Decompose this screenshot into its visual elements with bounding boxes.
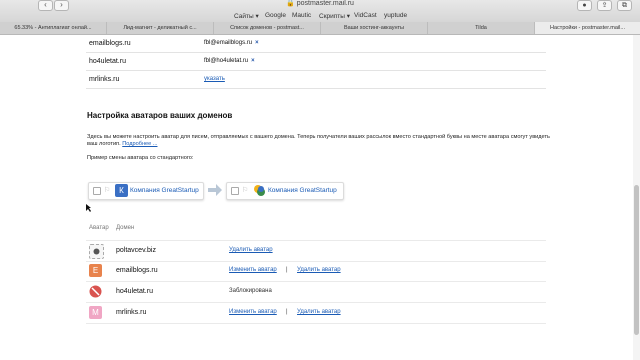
remove-email-icon[interactable]: × — [251, 58, 255, 64]
change-avatar-link[interactable]: Изменить аватар — [229, 267, 277, 273]
letter-avatar: E — [89, 264, 102, 277]
avatar-row: ho4uletat.ru Заблокирована — [86, 282, 546, 303]
tab-bar: 65.33% - Антиплагиат онлай... Лид-магнит… — [0, 22, 640, 35]
tab-antiplagiat[interactable]: 65.33% - Антиплагиат онлай... — [0, 22, 107, 34]
browser-toolbar: ‹ › 🔒 postmaster.mail.ru ● ⇪ ⧉ Сайты ▾ G… — [0, 0, 640, 23]
tab-hosting[interactable]: Ваши хостинг-аккаунты — [321, 22, 428, 34]
more-link[interactable]: Подробнее ... — [122, 141, 157, 147]
example-text: Пример смены аватара со стандартного: — [87, 155, 194, 161]
lock-icon: 🔒 — [286, 0, 295, 7]
avatar-row: E emailblogs.ru Изменить аватар | Удалит… — [86, 261, 546, 282]
scrollbar[interactable] — [633, 35, 640, 360]
bookmark-google[interactable]: Google — [265, 12, 286, 19]
specify-email-link[interactable]: указать — [204, 76, 225, 82]
domain-row: emailblogs.ru fbl@emailblogs.ru × — [86, 35, 546, 53]
bookmark-mautic[interactable]: Mautic — [292, 12, 311, 19]
bookmark-vidcast[interactable]: VidCast — [354, 12, 377, 19]
change-avatar-link[interactable]: Изменить аватар — [229, 309, 277, 315]
checkbox-icon — [231, 187, 239, 195]
page-content: emailblogs.ru fbl@emailblogs.ru × ho4ulet… — [0, 35, 640, 360]
delete-avatar-link[interactable]: Удалить аватар — [297, 267, 341, 273]
mouse-cursor-icon — [86, 204, 91, 212]
domain-name: emailblogs.ru — [89, 40, 131, 47]
tab-lead-magnet[interactable]: Лид-магнит - деликатный с... — [107, 22, 214, 34]
share-icon[interactable]: ⇪ — [597, 0, 612, 11]
tab-domain-list[interactable]: Список доменов - postmast... — [214, 22, 321, 34]
custom-avatar-icon — [89, 244, 104, 259]
flag-icon: ⚐ — [242, 187, 249, 194]
bookmark-sites[interactable]: Сайты ▾ — [234, 12, 259, 20]
demo-after: ⚐ Компания GreatStartup — [226, 182, 344, 200]
bookmark-scripts[interactable]: Скрипты ▾ — [319, 12, 350, 20]
remove-email-icon[interactable]: × — [255, 40, 259, 46]
domain-row: mrlinks.ru указать — [86, 71, 546, 89]
delete-avatar-link[interactable]: Удалить аватар — [229, 247, 273, 253]
section-description: Здесь вы можете настроить аватар для пис… — [87, 134, 550, 147]
tab-tilda[interactable]: Tilda — [428, 22, 535, 34]
tabs-overview-icon[interactable]: ⧉ — [617, 0, 632, 11]
domain-name: ho4uletat.ru — [89, 58, 126, 65]
demo-before: ⚐ К Компания GreatStartup — [88, 182, 204, 200]
status-blocked: Заблокирована — [229, 288, 272, 294]
separator: | — [286, 267, 288, 273]
default-letter-avatar: К — [115, 184, 128, 197]
separator: | — [286, 309, 288, 315]
letter-avatar: M — [89, 306, 102, 319]
forward-button[interactable]: › — [54, 0, 69, 11]
bookmark-yuptude[interactable]: yuptude — [384, 12, 407, 19]
delete-avatar-link[interactable]: Удалить аватар — [297, 309, 341, 315]
brand-logo-icon — [254, 185, 265, 196]
avatar-row: poltavcev.biz Удалить аватар — [86, 240, 546, 262]
avatar-domain: poltavcev.biz — [116, 247, 156, 254]
bookmarks-bar: Сайты ▾ Google Mautic Скрипты ▾ VidCast … — [0, 12, 640, 22]
column-avatar: Аватар — [89, 225, 109, 231]
back-button[interactable]: ‹ — [38, 0, 53, 11]
avatar-row: M mrlinks.ru Изменить аватар | Удалить а… — [86, 303, 546, 324]
address-text: postmaster.mail.ru — [296, 0, 354, 7]
column-domain: Домен — [116, 225, 135, 231]
arrow-right-icon — [208, 184, 222, 196]
sender-name: Компания GreatStartup — [268, 187, 337, 194]
avatar-domain: mrlinks.ru — [116, 309, 147, 316]
sender-name: Компания GreatStartup — [130, 187, 199, 194]
scrollbar-thumb[interactable] — [634, 185, 639, 335]
domain-row: ho4uletat.ru fbl@ho4uletat.ru × — [86, 53, 546, 71]
blocked-icon — [89, 285, 102, 298]
extension-icon[interactable]: ● — [577, 0, 592, 11]
avatar-domain: emailblogs.ru — [116, 267, 158, 274]
checkbox-icon — [93, 187, 101, 195]
fbl-email: fbl@ho4uletat.ru × — [204, 58, 255, 64]
section-title: Настройка аватаров ваших доменов — [87, 111, 233, 120]
avatar-domain: ho4uletat.ru — [116, 288, 153, 295]
flag-icon: ⚐ — [104, 187, 111, 194]
tab-settings[interactable]: Настройки - postmaster.mail... — [535, 22, 640, 34]
fbl-email: fbl@emailblogs.ru × — [204, 40, 259, 46]
address-bar[interactable]: 🔒 postmaster.mail.ru — [200, 0, 440, 7]
domain-name: mrlinks.ru — [89, 76, 120, 83]
